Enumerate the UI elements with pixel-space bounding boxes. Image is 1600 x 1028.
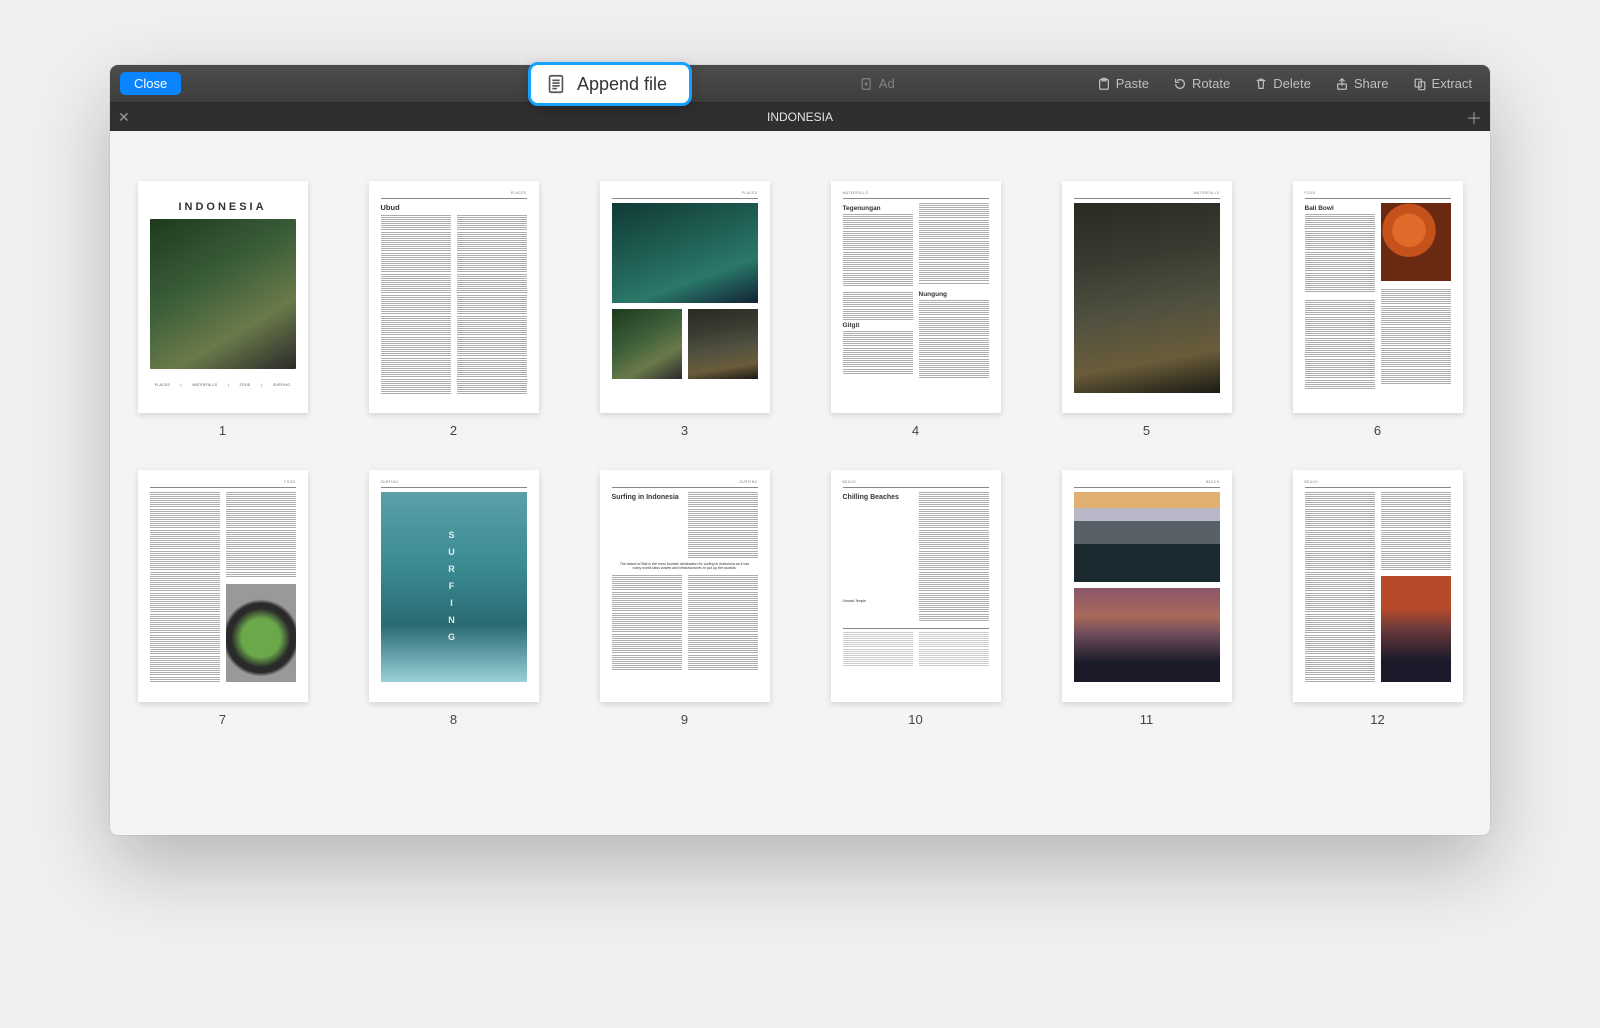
page5-image (1074, 203, 1220, 393)
page-number: 10 (908, 712, 922, 727)
page7-section: FOOD (150, 480, 296, 484)
paste-icon (1097, 77, 1111, 91)
page8-overlay-text: SURFING (381, 492, 527, 682)
page-number: 5 (1143, 423, 1150, 438)
page-thumbnail[interactable]: PLACES 3 (588, 181, 781, 438)
document-title: INDONESIA (767, 110, 833, 124)
page-thumbnail[interactable]: BEACH 11 (1050, 470, 1243, 727)
page2-section: PLACES (381, 191, 527, 195)
page-number: 12 (1370, 712, 1384, 727)
page5-section: WATERFALLS (1074, 191, 1220, 195)
page-number: 2 (450, 423, 457, 438)
page3-image-main (612, 203, 758, 303)
page-thumbnail[interactable]: FOOD Bali Bowl 6 (1281, 181, 1474, 438)
page3-image-a (612, 309, 682, 379)
page10-heading: Chilling Beaches (843, 494, 913, 501)
page1-tabs: PLACES| WATERFALLS| FOOD| SURFING (150, 383, 296, 387)
thumbnail-grid: INDONESIA PLACES| WATERFALLS| FOOD| SURF… (110, 131, 1490, 835)
page-thumbnail[interactable]: INDONESIA PLACES| WATERFALLS| FOOD| SURF… (126, 181, 319, 438)
page2-heading: Ubud (381, 203, 527, 212)
rotate-label: Rotate (1192, 76, 1230, 91)
new-tab-button[interactable]: ＋ (1466, 105, 1482, 129)
page3-image-b (688, 309, 758, 379)
add-icon (860, 77, 874, 91)
app-window: Close Ad Paste Rotate Delete Share Extra… (110, 65, 1490, 835)
page-thumbnail[interactable]: FOOD 7 (126, 470, 319, 727)
close-tab-button[interactable]: ✕ (118, 109, 130, 126)
page4-h3: Nungung (919, 291, 989, 298)
page-number: 3 (681, 423, 688, 438)
delete-label: Delete (1273, 76, 1311, 91)
extract-button[interactable]: Extract (1405, 76, 1480, 91)
page-thumbnail[interactable]: BEACH Chilling Beaches Uluwatu Temple 10 (819, 470, 1012, 727)
rotate-icon (1173, 77, 1187, 91)
page-number: 11 (1140, 712, 1154, 727)
page8-section: SURFING (381, 480, 527, 484)
page12-section: BEACH (1305, 480, 1451, 484)
toolbar: Close Ad Paste Rotate Delete Share Extra… (110, 65, 1490, 103)
share-button[interactable]: Share (1327, 76, 1397, 91)
page4-h2: Gitgit (843, 322, 913, 329)
page4-h1: Tegenungan (843, 205, 913, 212)
page10-section: BEACH (843, 480, 989, 484)
page-number: 9 (681, 712, 688, 727)
page-thumbnail[interactable]: WATERFALLS Tegenungan Gitgit Nungung (819, 181, 1012, 438)
page-number: 8 (450, 712, 457, 727)
delete-icon (1254, 77, 1268, 91)
page10-caption: Uluwatu Temple (843, 599, 913, 603)
page1-cover-image (150, 219, 296, 369)
page-number: 6 (1374, 423, 1381, 438)
page6-heading: Bali Bowl (1305, 205, 1375, 212)
page11-image-a (1074, 492, 1220, 582)
paste-button[interactable]: Paste (1089, 76, 1157, 91)
share-label: Share (1354, 76, 1389, 91)
add-label: Ad (879, 76, 895, 91)
close-button[interactable]: Close (120, 72, 181, 95)
page-number: 4 (912, 423, 919, 438)
page11-section: BEACH (1074, 480, 1220, 484)
delete-button[interactable]: Delete (1246, 76, 1319, 91)
add-button[interactable]: Ad (852, 76, 903, 91)
page9-section: SURFING (612, 480, 758, 484)
page12-image (1381, 576, 1451, 682)
append-file-label: Append file (577, 74, 667, 95)
page8-image: SURFING (381, 492, 527, 682)
append-file-icon (545, 73, 567, 95)
extract-icon (1413, 77, 1427, 91)
page-number: 1 (219, 423, 226, 438)
page1-title: INDONESIA (150, 201, 296, 213)
page6-image (1381, 203, 1451, 281)
page9-callout: The island of Bali is the most touristic… (618, 562, 752, 571)
paste-label: Paste (1116, 76, 1149, 91)
share-icon (1335, 77, 1349, 91)
rotate-button[interactable]: Rotate (1165, 76, 1238, 91)
page-thumbnail[interactable]: SURFING Surfing in Indonesia The island … (588, 470, 781, 727)
page-thumbnail[interactable]: WATERFALLS 5 (1050, 181, 1243, 438)
page4-section: WATERFALLS (843, 191, 989, 195)
page-thumbnail[interactable]: BEACH 12 (1281, 470, 1474, 727)
page-thumbnail[interactable]: PLACES Ubud 2 (357, 181, 550, 438)
document-tabbar: ✕ INDONESIA ＋ (110, 103, 1490, 131)
page9-heading: Surfing in Indonesia (612, 494, 682, 502)
page7-image (226, 584, 296, 682)
page3-section: PLACES (612, 191, 758, 195)
page-number: 7 (219, 712, 226, 727)
extract-label: Extract (1432, 76, 1472, 91)
page11-image-b (1074, 588, 1220, 682)
page6-section: FOOD (1305, 191, 1451, 195)
append-file-highlight[interactable]: Append file (528, 62, 692, 106)
page-thumbnail[interactable]: SURFING SURFING 8 (357, 470, 550, 727)
